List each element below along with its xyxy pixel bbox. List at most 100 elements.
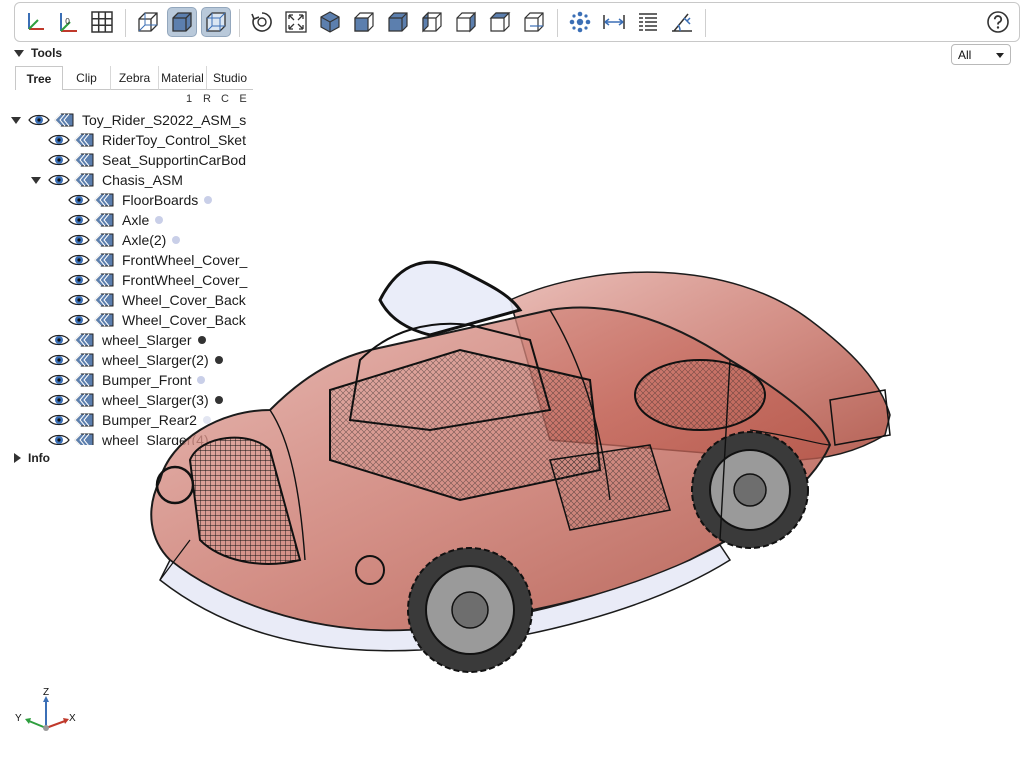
shape-toggle-icon[interactable] xyxy=(73,352,95,368)
shape-toggle-icon[interactable] xyxy=(93,252,115,268)
tree-node[interactable]: Toy_Rider_S2022_ASM_s xyxy=(10,110,246,130)
tab-zebra[interactable]: Zebra xyxy=(111,66,159,90)
collapse-icon xyxy=(14,49,24,57)
info-label: Info xyxy=(28,451,50,465)
tree-node-label: Axle xyxy=(122,212,150,228)
visibility-eye-icon[interactable] xyxy=(68,212,90,228)
axes-origin-icon[interactable]: 0 xyxy=(53,7,83,37)
shape-toggle-icon[interactable] xyxy=(73,372,95,388)
tab-label: Tree xyxy=(26,71,52,86)
shape-toggle-icon[interactable] xyxy=(73,392,95,408)
filter-select[interactable]: All xyxy=(951,44,1011,65)
tools-tabs: Tree Clip Zebra Material Studio xyxy=(15,66,253,90)
axis-z-label: Z xyxy=(43,688,49,698)
iso-view-icon[interactable] xyxy=(315,7,345,37)
tab-clip[interactable]: Clip xyxy=(63,66,111,90)
measure-distance-icon[interactable] xyxy=(599,7,629,37)
properties-icon[interactable] xyxy=(633,7,663,37)
visibility-eye-icon[interactable] xyxy=(48,352,70,368)
visibility-eye-icon[interactable] xyxy=(68,232,90,248)
car-model-viewport[interactable] xyxy=(130,240,910,690)
top-view-icon[interactable] xyxy=(485,7,515,37)
tree-node-label: RiderToy_Control_Sket xyxy=(102,132,246,148)
shape-toggle-icon[interactable] xyxy=(93,212,115,228)
column-r[interactable]: R xyxy=(198,93,216,105)
tree-node[interactable]: RiderToy_Control_Sket xyxy=(30,130,246,150)
shape-toggle-icon[interactable] xyxy=(73,432,95,445)
shape-toggle-icon[interactable] xyxy=(53,112,75,128)
visibility-eye-icon[interactable] xyxy=(68,192,90,208)
visibility-eye-icon[interactable] xyxy=(48,152,70,168)
visibility-eye-icon[interactable] xyxy=(68,272,90,288)
front-view-icon[interactable] xyxy=(349,7,379,37)
tree-node[interactable]: FloorBoards xyxy=(50,190,213,210)
toolbar: 0 xyxy=(14,2,1020,42)
visibility-eye-icon[interactable] xyxy=(48,392,70,408)
rear-wheel xyxy=(691,431,809,549)
angle-measure-icon[interactable] xyxy=(667,7,697,37)
visibility-eye-icon[interactable] xyxy=(68,312,90,328)
shape-toggle-icon[interactable] xyxy=(93,232,115,248)
shape-toggle-icon[interactable] xyxy=(93,292,115,308)
tab-material[interactable]: Material xyxy=(159,66,207,90)
bottom-view-icon[interactable] xyxy=(519,7,549,37)
column-c[interactable]: C xyxy=(216,93,234,105)
transparent-view-icon[interactable] xyxy=(201,7,231,37)
visibility-eye-icon[interactable] xyxy=(28,112,50,128)
tab-label: Clip xyxy=(76,70,97,85)
shape-toggle-icon[interactable] xyxy=(93,272,115,288)
explode-icon[interactable] xyxy=(565,7,595,37)
tools-section-header[interactable]: Tools xyxy=(14,46,62,60)
right-view-icon[interactable] xyxy=(451,7,481,37)
tree-node[interactable]: Axle xyxy=(50,210,164,230)
shape-toggle-icon[interactable] xyxy=(73,132,95,148)
info-section-header[interactable]: Info xyxy=(14,451,50,465)
expand-toggle-icon[interactable] xyxy=(10,114,22,126)
shape-toggle-icon[interactable] xyxy=(93,192,115,208)
column-e[interactable]: E xyxy=(234,93,252,105)
shape-toggle-icon[interactable] xyxy=(73,412,95,428)
tab-tree[interactable]: Tree xyxy=(15,66,63,90)
shape-toggle-icon[interactable] xyxy=(73,172,95,188)
visibility-eye-icon[interactable] xyxy=(68,292,90,308)
expand-toggle-icon[interactable] xyxy=(30,174,42,186)
visibility-eye-icon[interactable] xyxy=(68,252,90,268)
shape-toggle-icon[interactable] xyxy=(73,332,95,348)
tab-label: Material xyxy=(161,70,204,85)
visibility-eye-icon[interactable] xyxy=(48,332,70,348)
visibility-eye-icon[interactable] xyxy=(48,412,70,428)
visibility-eye-icon[interactable] xyxy=(48,172,70,188)
shape-toggle-icon[interactable] xyxy=(73,152,95,168)
perspective-icon[interactable] xyxy=(133,7,163,37)
grid-icon[interactable] xyxy=(87,7,117,37)
tree-node[interactable]: Chasis_ASM xyxy=(30,170,183,190)
column-1[interactable]: 1 xyxy=(180,93,198,105)
fit-all-icon[interactable] xyxy=(281,7,311,37)
front-wheel xyxy=(407,547,533,673)
visibility-eye-icon[interactable] xyxy=(48,132,70,148)
visibility-eye-icon[interactable] xyxy=(48,432,70,445)
back-view-icon[interactable] xyxy=(383,7,413,37)
left-view-icon[interactable] xyxy=(417,7,447,37)
visibility-eye-icon[interactable] xyxy=(48,372,70,388)
shape-toggle-icon[interactable] xyxy=(93,312,115,328)
tree-node[interactable]: Seat_SupportinCarBod xyxy=(30,150,246,170)
tab-label: Studio xyxy=(212,70,248,85)
axis-triad: Z Y X xyxy=(15,688,76,731)
axes-icon[interactable] xyxy=(21,7,51,37)
tab-studio[interactable]: Studio xyxy=(207,66,253,90)
shaded-view-icon[interactable] xyxy=(167,7,197,37)
tab-label: Zebra xyxy=(118,70,151,85)
reset-rotation-icon[interactable] xyxy=(247,7,277,37)
help-icon[interactable] xyxy=(983,7,1013,37)
tools-label: Tools xyxy=(31,46,63,60)
